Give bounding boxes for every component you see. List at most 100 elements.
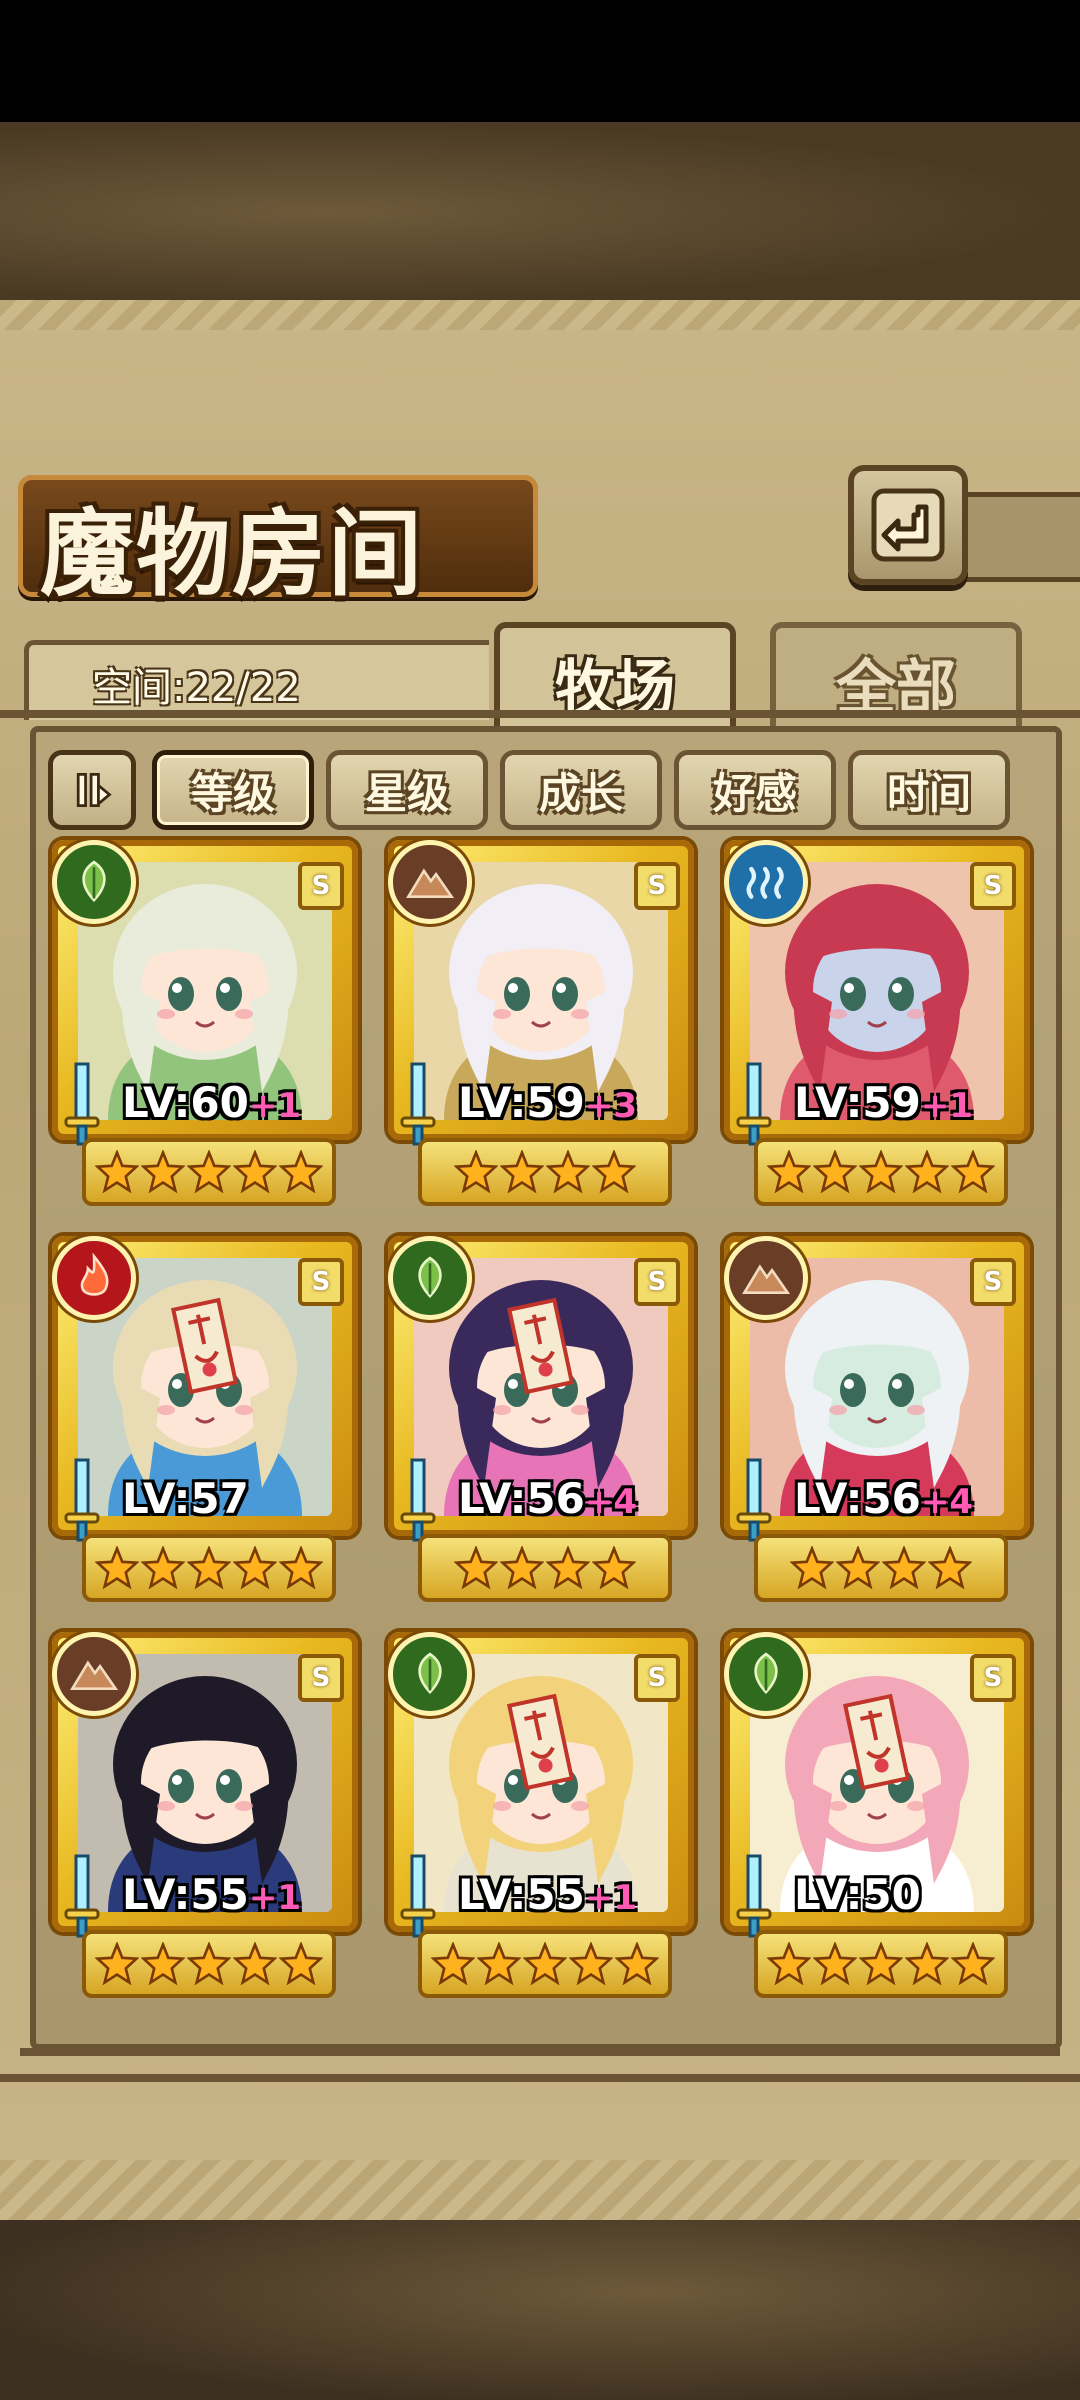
star-icon: [859, 1150, 903, 1194]
level-bonus: +4: [584, 1482, 637, 1522]
level-value: LV:55: [458, 1870, 585, 1919]
map-background-top: [0, 122, 1080, 302]
monster-card[interactable]: S LV:55+1: [388, 1632, 694, 1998]
star-rating: [82, 1138, 336, 1206]
star-icon: [141, 1546, 185, 1590]
star-rating: [82, 1534, 336, 1602]
rank-badge: S: [634, 862, 680, 910]
rank-badge: S: [298, 1654, 344, 1702]
star-icon: [500, 1150, 544, 1194]
sword-icon: [62, 1456, 102, 1546]
star-icon: [95, 1546, 139, 1590]
level-value: LV:59: [794, 1078, 921, 1127]
sword-icon: [734, 1852, 774, 1942]
rank-badge: S: [970, 862, 1016, 910]
monster-card[interactable]: S LV:56+4: [724, 1236, 1030, 1602]
monster-card[interactable]: S LV:50: [724, 1632, 1030, 1998]
sort-by-affection-button[interactable]: 好感: [674, 750, 836, 830]
monster-card[interactable]: S LV:57: [52, 1236, 358, 1602]
star-icon: [187, 1546, 231, 1590]
star-icon: [592, 1150, 636, 1194]
rank-badge: S: [970, 1258, 1016, 1306]
level-label: LV:59+3: [458, 1078, 637, 1127]
star-icon: [500, 1546, 544, 1590]
sort-by-star-button[interactable]: 星级: [326, 750, 488, 830]
star-icon: [523, 1942, 567, 1986]
star-icon: [767, 1150, 811, 1194]
star-rating: [82, 1930, 336, 1998]
level-bonus: +1: [248, 1878, 301, 1918]
back-button[interactable]: [848, 465, 968, 585]
rank-badge: S: [634, 1654, 680, 1702]
star-icon: [454, 1546, 498, 1590]
level-bonus: +1: [248, 1086, 301, 1126]
leaf-element-icon: [388, 1632, 472, 1716]
star-icon: [905, 1942, 949, 1986]
level-bonus: +1: [920, 1086, 973, 1126]
return-arrow-icon: [871, 488, 945, 562]
level-label: LV:55+1: [122, 1870, 301, 1919]
sort-by-growth-button[interactable]: 成长: [500, 750, 662, 830]
monster-card[interactable]: S LV:59+3: [388, 840, 694, 1206]
star-icon: [95, 1942, 139, 1986]
monster-card[interactable]: S LV:59+1: [724, 840, 1030, 1206]
space-counter: 空间:22/22: [92, 665, 301, 711]
status-bar: [0, 0, 1080, 122]
star-icon: [279, 1942, 323, 1986]
panel-divider: [20, 2048, 1060, 2056]
level-bonus: +3: [584, 1086, 637, 1126]
monster-card[interactable]: S LV:56+4: [388, 1236, 694, 1602]
star-rating: [754, 1930, 1008, 1998]
star-icon: [233, 1150, 277, 1194]
sword-icon: [62, 1852, 102, 1942]
star-icon: [141, 1150, 185, 1194]
star-icon: [928, 1546, 972, 1590]
star-icon: [813, 1942, 857, 1986]
sword-icon: [734, 1456, 774, 1546]
star-icon: [951, 1150, 995, 1194]
star-icon: [615, 1942, 659, 1986]
star-icon: [546, 1546, 590, 1590]
star-icon: [951, 1942, 995, 1986]
map-background-bottom: [0, 2220, 1080, 2400]
level-value: LV:56: [794, 1474, 921, 1523]
sort-by-time-button[interactable]: 时间: [848, 750, 1010, 830]
sword-icon: [398, 1060, 438, 1150]
mountain-element-icon: [724, 1236, 808, 1320]
star-icon: [233, 1546, 277, 1590]
mountain-element-icon: [52, 1632, 136, 1716]
star-rating: [418, 1930, 672, 1998]
rank-badge: S: [970, 1654, 1016, 1702]
sort-by-level-button[interactable]: 等级: [152, 750, 314, 830]
level-value: LV:57: [122, 1474, 249, 1523]
level-value: LV:59: [458, 1078, 585, 1127]
star-icon: [546, 1150, 590, 1194]
level-label: LV:60+1: [122, 1078, 301, 1127]
sort-order-toggle[interactable]: [48, 750, 136, 830]
level-bonus: +4: [920, 1482, 973, 1522]
star-rating: [418, 1534, 672, 1602]
star-icon: [454, 1150, 498, 1194]
star-icon: [233, 1942, 277, 1986]
mountain-element-icon: [388, 840, 472, 924]
star-icon: [813, 1150, 857, 1194]
sword-icon: [398, 1852, 438, 1942]
sort-order-icon: [76, 772, 112, 808]
star-icon: [279, 1150, 323, 1194]
star-icon: [882, 1546, 926, 1590]
star-icon: [431, 1942, 475, 1986]
page-title: 魔物房间: [40, 499, 425, 609]
star-icon: [279, 1546, 323, 1590]
star-icon: [141, 1942, 185, 1986]
level-label: LV:59+1: [794, 1078, 973, 1127]
leaf-element-icon: [388, 1236, 472, 1320]
sword-icon: [62, 1060, 102, 1150]
fire-element-icon: [52, 1236, 136, 1320]
level-label: LV:50: [794, 1870, 921, 1919]
level-label: LV:57: [122, 1474, 249, 1523]
rank-badge: S: [634, 1258, 680, 1306]
level-value: LV:55: [122, 1870, 249, 1919]
monster-card[interactable]: S LV:60+1: [52, 840, 358, 1206]
water-element-icon: [724, 840, 808, 924]
monster-card[interactable]: S LV:55+1: [52, 1632, 358, 1998]
